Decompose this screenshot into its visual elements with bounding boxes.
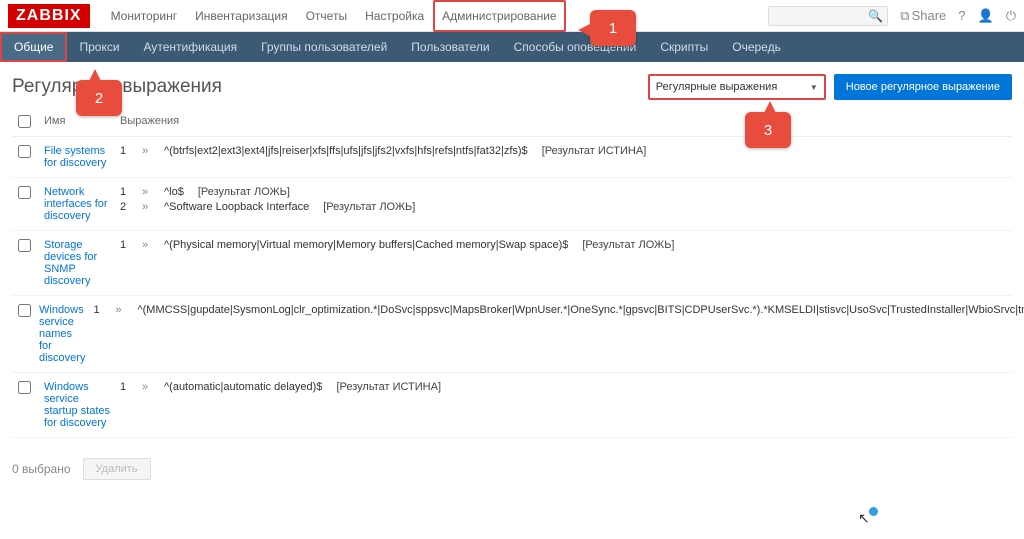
expr-pattern: ^(Physical memory|Virtual memory|Memory … — [164, 239, 568, 251]
cursor-icon: ↖ — [858, 510, 870, 527]
callout-3: 3 — [745, 112, 791, 148]
expr-pattern: ^Software Loopback Interface — [164, 201, 309, 213]
help-icon[interactable]: ? — [958, 8, 965, 23]
expr-index: 1 — [120, 145, 128, 157]
nav-config[interactable]: Настройка — [356, 0, 433, 32]
page-header: Регулярные выражения Регулярные выражени… — [12, 74, 1012, 100]
sub-nav: Общие Прокси Аутентификация Группы польз… — [0, 32, 1024, 62]
table-row: Storage devices for SNMP discovery 1 » ^(Ph… — [12, 231, 1012, 296]
row-checkbox[interactable] — [18, 381, 31, 394]
nav-reports[interactable]: Отчеты — [297, 0, 356, 32]
footer-bar: 0 выбрано Удалить — [0, 450, 1024, 488]
regex-name-link[interactable]: Windows service names for discovery — [39, 304, 85, 364]
logo: ZABBIX — [8, 4, 90, 28]
arrow-icon: » — [142, 239, 150, 251]
row-checkbox[interactable] — [18, 304, 31, 317]
expr-pattern: ^lo$ — [164, 186, 184, 198]
regex-name-link[interactable]: File systems for discovery — [44, 145, 112, 169]
col-expr: Выражения — [120, 115, 1012, 131]
expr-result: [Результат ИСТИНА] — [336, 381, 441, 393]
expr-index: 1 — [120, 239, 128, 251]
expr-cell: 1 » ^(automatic|automatic delayed)$ [Резуль… — [120, 381, 1012, 429]
subnav-auth[interactable]: Аутентификация — [132, 32, 250, 62]
nav-administration[interactable]: Администрирование — [433, 0, 565, 32]
nav-inventory[interactable]: Инвентаризация — [186, 0, 296, 32]
expr-cell: 1 » ^(btrfs|ext2|ext3|ext4|jfs|reiser|xfs|… — [120, 145, 1012, 169]
expr-cell: 1 » ^(Physical memory|Virtual memory|Memor… — [120, 239, 1012, 287]
col-name[interactable]: Имя — [44, 115, 112, 131]
table-header: Имя Выражения — [12, 110, 1012, 137]
expr-cell: 1 » ^lo$ [Результат ЛОЖЬ] 2 » ^Software Loopba… — [120, 186, 1012, 222]
top-right-controls: 🔍 ⧉Share ? 👤 ⏻ — [768, 6, 1016, 26]
expr-result: [Результат ЛОЖЬ] — [323, 201, 415, 213]
expr-index: 1 — [120, 186, 128, 198]
cursor-spinner-icon — [869, 507, 878, 516]
expr-result: [Результат ЛОЖЬ] — [582, 239, 674, 251]
callout-2: 2 — [76, 80, 122, 116]
select-all-checkbox[interactable] — [18, 115, 31, 128]
selected-count: 0 выбрано — [12, 462, 71, 476]
expr-result: [Результат ЛОЖЬ] — [198, 186, 290, 198]
regex-name-link[interactable]: Storage devices for SNMP discovery — [44, 239, 112, 287]
regex-name-link[interactable]: Windows service startup states for disco… — [44, 381, 112, 429]
nav-monitoring[interactable]: Мониторинг — [102, 0, 187, 32]
subnav-scripts[interactable]: Скрипты — [648, 32, 720, 62]
power-icon[interactable]: ⏻ — [1006, 8, 1016, 24]
share-button[interactable]: ⧉Share — [900, 8, 946, 24]
callout-1: 1 — [590, 10, 636, 46]
regex-name-link[interactable]: Network interfaces for discovery — [44, 186, 112, 222]
delete-button[interactable]: Удалить — [83, 458, 151, 480]
arrow-icon: » — [142, 186, 150, 198]
arrow-icon: » — [142, 201, 150, 213]
subnav-proxies[interactable]: Прокси — [67, 32, 131, 62]
row-checkbox[interactable] — [18, 239, 31, 252]
subnav-usergroups[interactable]: Группы пользователей — [249, 32, 399, 62]
expr-index: 1 — [93, 304, 101, 316]
expr-cell: 1 » ^(MMCSS|gupdate|SysmonLog|clr_optimiza… — [93, 304, 1024, 364]
expr-pattern: ^(btrfs|ext2|ext3|ext4|jfs|reiser|xfs|ff… — [164, 145, 528, 157]
arrow-icon: » — [142, 145, 150, 157]
arrow-icon: » — [142, 381, 150, 393]
top-nav: ZABBIX Мониторинг Инвентаризация Отчеты … — [0, 0, 1024, 32]
expr-pattern: ^(automatic|automatic delayed)$ — [164, 381, 322, 393]
subnav-queue[interactable]: Очередь — [720, 32, 793, 62]
table-row: Windows service startup states for disco… — [12, 373, 1012, 438]
page-selector[interactable]: Регулярные выражения — [648, 74, 826, 100]
table-row: Network interfaces for discovery 1 » ^lo$ [Р… — [12, 178, 1012, 231]
new-regex-button[interactable]: Новое регулярное выражение — [834, 74, 1012, 100]
expr-index: 2 — [120, 201, 128, 213]
subnav-users[interactable]: Пользователи — [399, 32, 501, 62]
row-checkbox[interactable] — [18, 186, 31, 199]
expr-index: 1 — [120, 381, 128, 393]
table-row: File systems for discovery 1 » ^(btrfs|ext2… — [12, 137, 1012, 178]
regex-table: Имя Выражения File systems for discovery… — [12, 110, 1012, 438]
expr-result: [Результат ИСТИНА] — [542, 145, 647, 157]
arrow-icon: » — [115, 304, 123, 316]
table-row: Windows service names for discovery1»^(M… — [12, 296, 1012, 373]
row-checkbox[interactable] — [18, 145, 31, 158]
subnav-general[interactable]: Общие — [0, 32, 67, 62]
user-icon[interactable]: 👤 — [978, 8, 994, 24]
search-icon: 🔍 — [868, 9, 883, 23]
global-search[interactable]: 🔍 — [768, 6, 888, 26]
expr-pattern: ^(MMCSS|gupdate|SysmonLog|clr_optimizati… — [137, 304, 1024, 316]
